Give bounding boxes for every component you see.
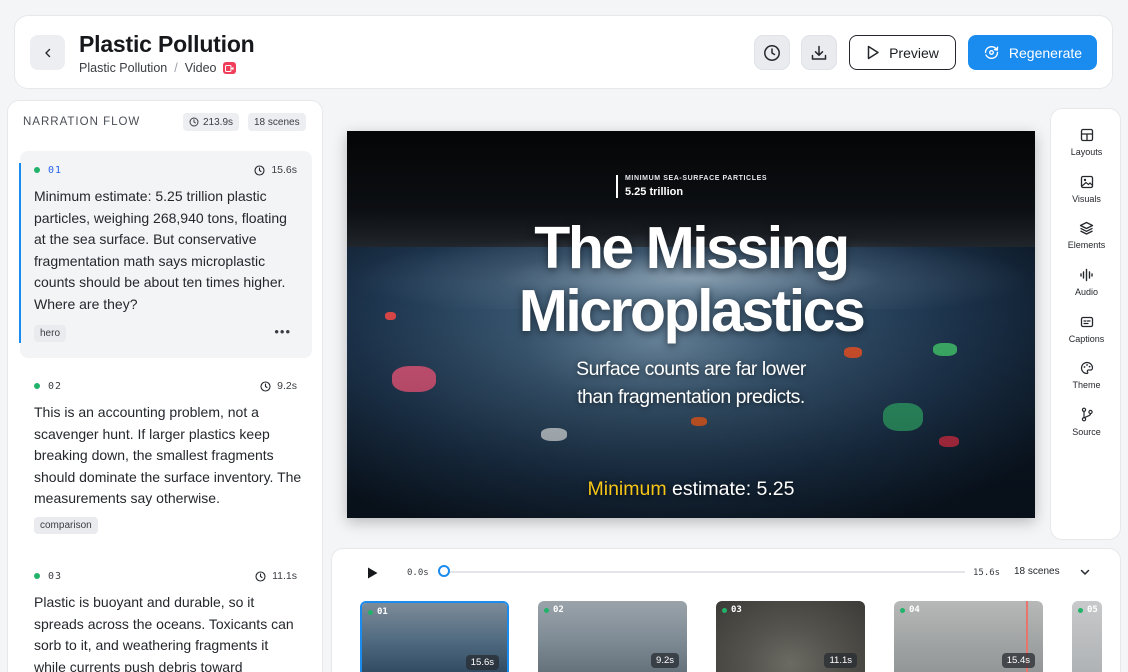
tool-visuals[interactable]: Visuals [1051,175,1122,204]
video-subtitle: Surface counts are far lower than fragme… [576,358,806,408]
scene-narration-text[interactable]: This is an accounting problem, not a sca… [34,402,302,510]
breadcrumb: Plastic Pollution / Video [79,61,237,75]
download-icon [811,45,827,60]
narration-heading: NARRATION FLOW [23,116,141,128]
breadcrumb-section: Video [184,61,217,75]
play-icon [367,567,377,579]
thumbnail-duration: 15.6s [465,655,499,670]
thumbnail-number: 05 [1087,605,1098,615]
breadcrumb-project[interactable]: Plastic Pollution [79,61,167,75]
scene-tag[interactable]: comparison [34,517,98,534]
play-button[interactable] [364,565,380,581]
video-stat-callout: MINIMUM SEA-SURFACE PARTICLES 5.25 trill… [616,175,767,198]
narration-panel: NARRATION FLOW 213.9s 18 scenes 01 15.6s… [7,100,323,672]
stat-value: 5.25 trillion [625,186,684,198]
thumbnail-number: 01 [377,607,388,617]
scene-card-01[interactable]: 01 15.6s Minimum estimate: 5.25 trillion… [19,151,312,358]
thumbnail-number: 03 [731,605,742,615]
timeline-start-time: 0.0s [407,568,429,578]
tool-rail: Layouts Visuals Elements Audio Captions … [1050,108,1121,540]
scene-number: 02 [48,381,63,392]
video-title: The Missing Microplastics [518,215,866,344]
layers-icon [1079,221,1094,235]
page-title: Plastic Pollution [79,31,255,57]
palette-icon [1080,361,1093,375]
video-preview[interactable]: MINIMUM SEA-SURFACE PARTICLES 5.25 trill… [347,131,1035,518]
scene-number: 01 [48,165,63,176]
scene-thumbnail-03[interactable]: 03 11.1s [716,601,865,672]
status-dot [368,610,373,615]
regenerate-label: Regenerate [1008,44,1083,61]
scene-count-badge: 18 scenes [248,113,306,131]
scene-card-03[interactable]: 03 11.1s Plastic is buoyant and durable,… [20,559,312,672]
image-icon [1080,175,1093,189]
clock-icon [254,164,265,176]
clock-icon [764,44,780,61]
more-options-icon[interactable]: ••• [274,324,291,339]
scene-thumbnail-01[interactable]: 01 15.6s [360,601,509,672]
scene-narration-text[interactable]: Minimum estimate: 5.25 trillion plastic … [34,186,302,316]
clock-icon [255,570,266,582]
active-scene-indicator [19,163,21,343]
tool-theme[interactable]: Theme [1051,361,1122,390]
scene-duration: 9.2s [260,380,297,392]
top-bar: Plastic Pollution Plastic Pollution / Vi… [14,15,1113,89]
thumbnail-number: 02 [553,605,564,615]
scene-tag[interactable]: hero [34,325,67,342]
scene-thumbnail-04[interactable]: 04 15.4s [894,601,1043,672]
timeline-panel: 0.0s 15.6s 18 scenes 01 15.6s 02 9.2s 03… [331,548,1121,672]
stat-label: MINIMUM SEA-SURFACE PARTICLES [625,175,768,182]
history-button[interactable] [754,35,790,70]
thumbnail-duration: 15.4s [1001,653,1035,668]
timeline-scene-count: 18 scenes [1014,566,1060,577]
breadcrumb-separator: / [174,61,178,75]
tool-layouts[interactable]: Layouts [1051,128,1122,157]
timeline-end-time: 15.6s [973,568,1001,578]
status-dot [722,608,727,613]
scene-duration: 15.6s [254,164,297,176]
status-dot [34,573,40,579]
scene-duration: 11.1s [255,570,297,582]
expand-timeline-button[interactable] [1078,565,1092,579]
scene-card-02[interactable]: 02 9.2s This is an accounting problem, n… [20,369,312,544]
total-duration-badge: 213.9s [183,113,240,131]
thumbnail-number: 04 [909,605,920,615]
chevron-down-icon [1080,569,1090,575]
status-dot [1078,608,1083,613]
status-dot [900,608,905,613]
scene-number: 03 [48,571,63,582]
timeline-scrubber-track[interactable] [444,571,965,573]
caption-text: estimate: 5.25 [672,478,795,500]
scene-thumbnail-02[interactable]: 02 9.2s [538,601,687,672]
tool-audio[interactable]: Audio [1051,268,1122,297]
preview-button[interactable]: Preview [849,35,956,70]
captions-icon [1080,316,1093,328]
chevron-left-icon [44,48,50,57]
video-caption: Minimum estimate: 5.25 [347,478,1035,501]
preview-label: Preview [889,44,939,61]
regenerate-button[interactable]: Regenerate [968,35,1097,70]
regenerate-icon [984,45,999,60]
play-icon [867,45,879,60]
status-dot [34,383,40,389]
status-dot [544,608,549,613]
status-dot [34,167,40,173]
clock-icon [260,380,271,392]
clock-icon [189,117,199,127]
download-button[interactable] [801,35,837,70]
layouts-icon [1080,128,1093,142]
git-branch-icon [1081,407,1093,422]
thumbnail-duration: 11.1s [824,653,857,668]
back-button[interactable] [30,35,65,70]
tool-captions[interactable]: Captions [1051,315,1122,344]
caption-highlight: Minimum [587,478,667,500]
scene-thumbnail-05[interactable]: 05 [1072,601,1102,672]
scene-narration-text[interactable]: Plastic is buoyant and durable, so it sp… [34,592,302,672]
audio-waveform-icon [1080,268,1093,282]
video-icon [223,62,237,74]
thumbnail-duration: 9.2s [651,653,679,668]
timeline-playhead[interactable] [438,565,450,577]
tool-source[interactable]: Source [1051,407,1122,437]
tool-elements[interactable]: Elements [1051,221,1122,250]
